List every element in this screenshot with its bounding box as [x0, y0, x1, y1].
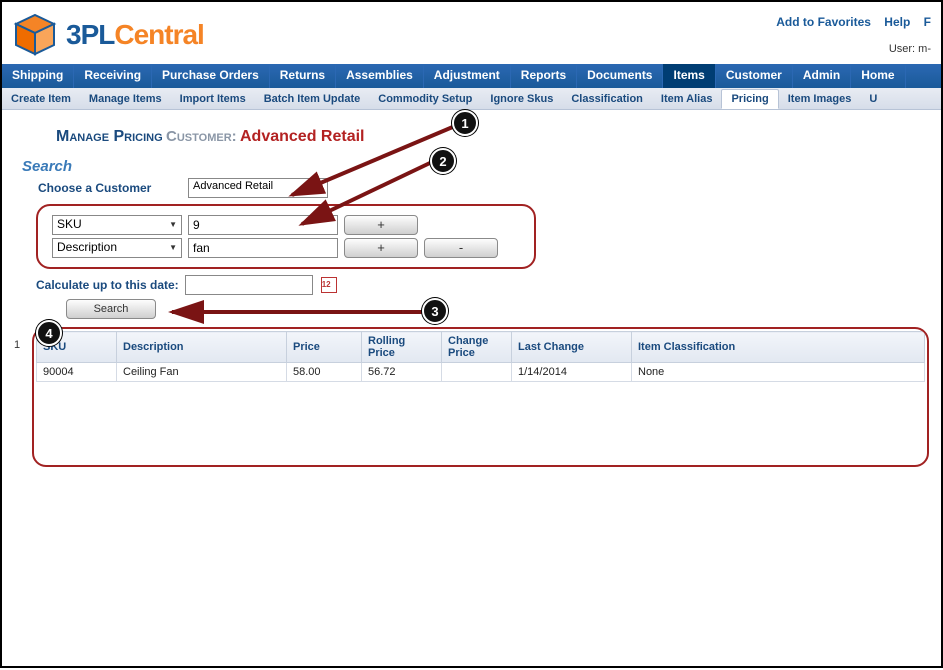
- brand-text: 3PLCentral: [66, 19, 204, 51]
- subnav-ignore-skus[interactable]: Ignore Skus: [481, 90, 562, 108]
- cube-icon: [12, 12, 58, 58]
- results-grid: SKU Description Price Rolling Price Chan…: [36, 331, 925, 382]
- nav-home[interactable]: Home: [851, 64, 905, 88]
- cell-price: 58.00: [287, 363, 362, 382]
- header-bar: 3PLCentral Add to Favorites Help F User:…: [2, 2, 941, 64]
- page-indicator: 1: [14, 339, 20, 351]
- filter-add-button-2[interactable]: +: [344, 238, 418, 258]
- nav-purchase-orders[interactable]: Purchase Orders: [152, 64, 270, 88]
- subnav-classification[interactable]: Classification: [562, 90, 652, 108]
- cell-change_price: [442, 363, 512, 382]
- filter-add-button-1[interactable]: +: [344, 215, 418, 235]
- filter-row-1: SKU +: [52, 215, 524, 235]
- customer-select[interactable]: Advanced Retail: [188, 178, 328, 198]
- subnav-import-items[interactable]: Import Items: [171, 90, 255, 108]
- cell-sku: 90004: [37, 363, 117, 382]
- col-price[interactable]: Price: [287, 332, 362, 363]
- page-title-customer-name: Advanced Retail: [240, 128, 364, 145]
- user-name: m-: [918, 43, 931, 55]
- results-wrap: 1 SKU Description Price Rolling Price Ch…: [32, 327, 929, 467]
- nav-returns[interactable]: Returns: [270, 64, 336, 88]
- filter-remove-button[interactable]: -: [424, 238, 498, 258]
- nav-primary: ShippingReceivingPurchase OrdersReturnsA…: [2, 64, 941, 88]
- nav-shipping[interactable]: Shipping: [2, 64, 74, 88]
- link-add-favorites[interactable]: Add to Favorites: [776, 15, 871, 29]
- table-row[interactable]: 90004Ceiling Fan58.0056.72 1/14/2014None: [37, 363, 925, 382]
- choose-customer-label: Choose a Customer: [22, 181, 182, 195]
- col-rolling-price[interactable]: Rolling Price: [362, 332, 442, 363]
- cell-rolling_price: 56.72: [362, 363, 442, 382]
- col-item-classification[interactable]: Item Classification: [632, 332, 925, 363]
- nav-assemblies[interactable]: Assemblies: [336, 64, 424, 88]
- nav-documents[interactable]: Documents: [577, 64, 663, 88]
- nav-admin[interactable]: Admin: [793, 64, 851, 88]
- subnav-item-alias[interactable]: Item Alias: [652, 90, 722, 108]
- search-button[interactable]: Search: [66, 299, 156, 319]
- col-description[interactable]: Description: [117, 332, 287, 363]
- brand-logo: 3PLCentral: [12, 12, 204, 58]
- calc-row: Calculate up to this date:: [36, 275, 921, 295]
- link-help[interactable]: Help: [884, 15, 910, 29]
- nav-receiving[interactable]: Receiving: [74, 64, 152, 88]
- link-more[interactable]: F: [924, 15, 931, 29]
- filter-field-select-1[interactable]: SKU: [52, 215, 182, 235]
- calc-date-label: Calculate up to this date:: [36, 278, 179, 292]
- header-right: Add to Favorites Help F User: m-: [766, 15, 931, 55]
- nav-customer[interactable]: Customer: [716, 64, 793, 88]
- cell-last_change: 1/14/2014: [512, 363, 632, 382]
- nav-secondary: Create ItemManage ItemsImport ItemsBatch…: [2, 88, 941, 110]
- subnav-u[interactable]: U: [860, 90, 886, 108]
- page-title-row: Manage Pricing Customer: Advanced Retail: [2, 110, 941, 152]
- filter-value-input-1[interactable]: [188, 215, 338, 235]
- filter-value-input-2[interactable]: [188, 238, 338, 258]
- user-label: User:: [889, 43, 915, 55]
- search-section: Search Choose a Customer Advanced Retail…: [2, 158, 941, 319]
- subnav-pricing[interactable]: Pricing: [721, 89, 778, 109]
- filter-field-select-2[interactable]: Description: [52, 238, 182, 258]
- subnav-create-item[interactable]: Create Item: [2, 90, 80, 108]
- cell-classification: None: [632, 363, 925, 382]
- filter-row-2: Description + -: [52, 238, 524, 258]
- calendar-icon[interactable]: [319, 275, 339, 295]
- col-last-change[interactable]: Last Change: [512, 332, 632, 363]
- page-title: Manage Pricing: [56, 128, 163, 145]
- subnav-item-images[interactable]: Item Images: [779, 90, 861, 108]
- nav-items[interactable]: Items: [663, 64, 715, 88]
- page-title-customer-label: Customer:: [166, 128, 237, 145]
- cell-description: Ceiling Fan: [117, 363, 287, 382]
- subnav-batch-item-update[interactable]: Batch Item Update: [255, 90, 370, 108]
- filter-box: SKU + Description + -: [36, 204, 536, 269]
- col-sku[interactable]: SKU: [37, 332, 117, 363]
- subnav-commodity-setup[interactable]: Commodity Setup: [369, 90, 481, 108]
- search-heading: Search: [22, 158, 921, 175]
- grid-outline: SKU Description Price Rolling Price Chan…: [32, 327, 929, 467]
- nav-reports[interactable]: Reports: [511, 64, 577, 88]
- subnav-manage-items[interactable]: Manage Items: [80, 90, 171, 108]
- grid-header-row: SKU Description Price Rolling Price Chan…: [37, 332, 925, 363]
- col-change-price[interactable]: Change Price: [442, 332, 512, 363]
- calc-date-input[interactable]: [185, 275, 313, 295]
- nav-adjustment[interactable]: Adjustment: [424, 64, 511, 88]
